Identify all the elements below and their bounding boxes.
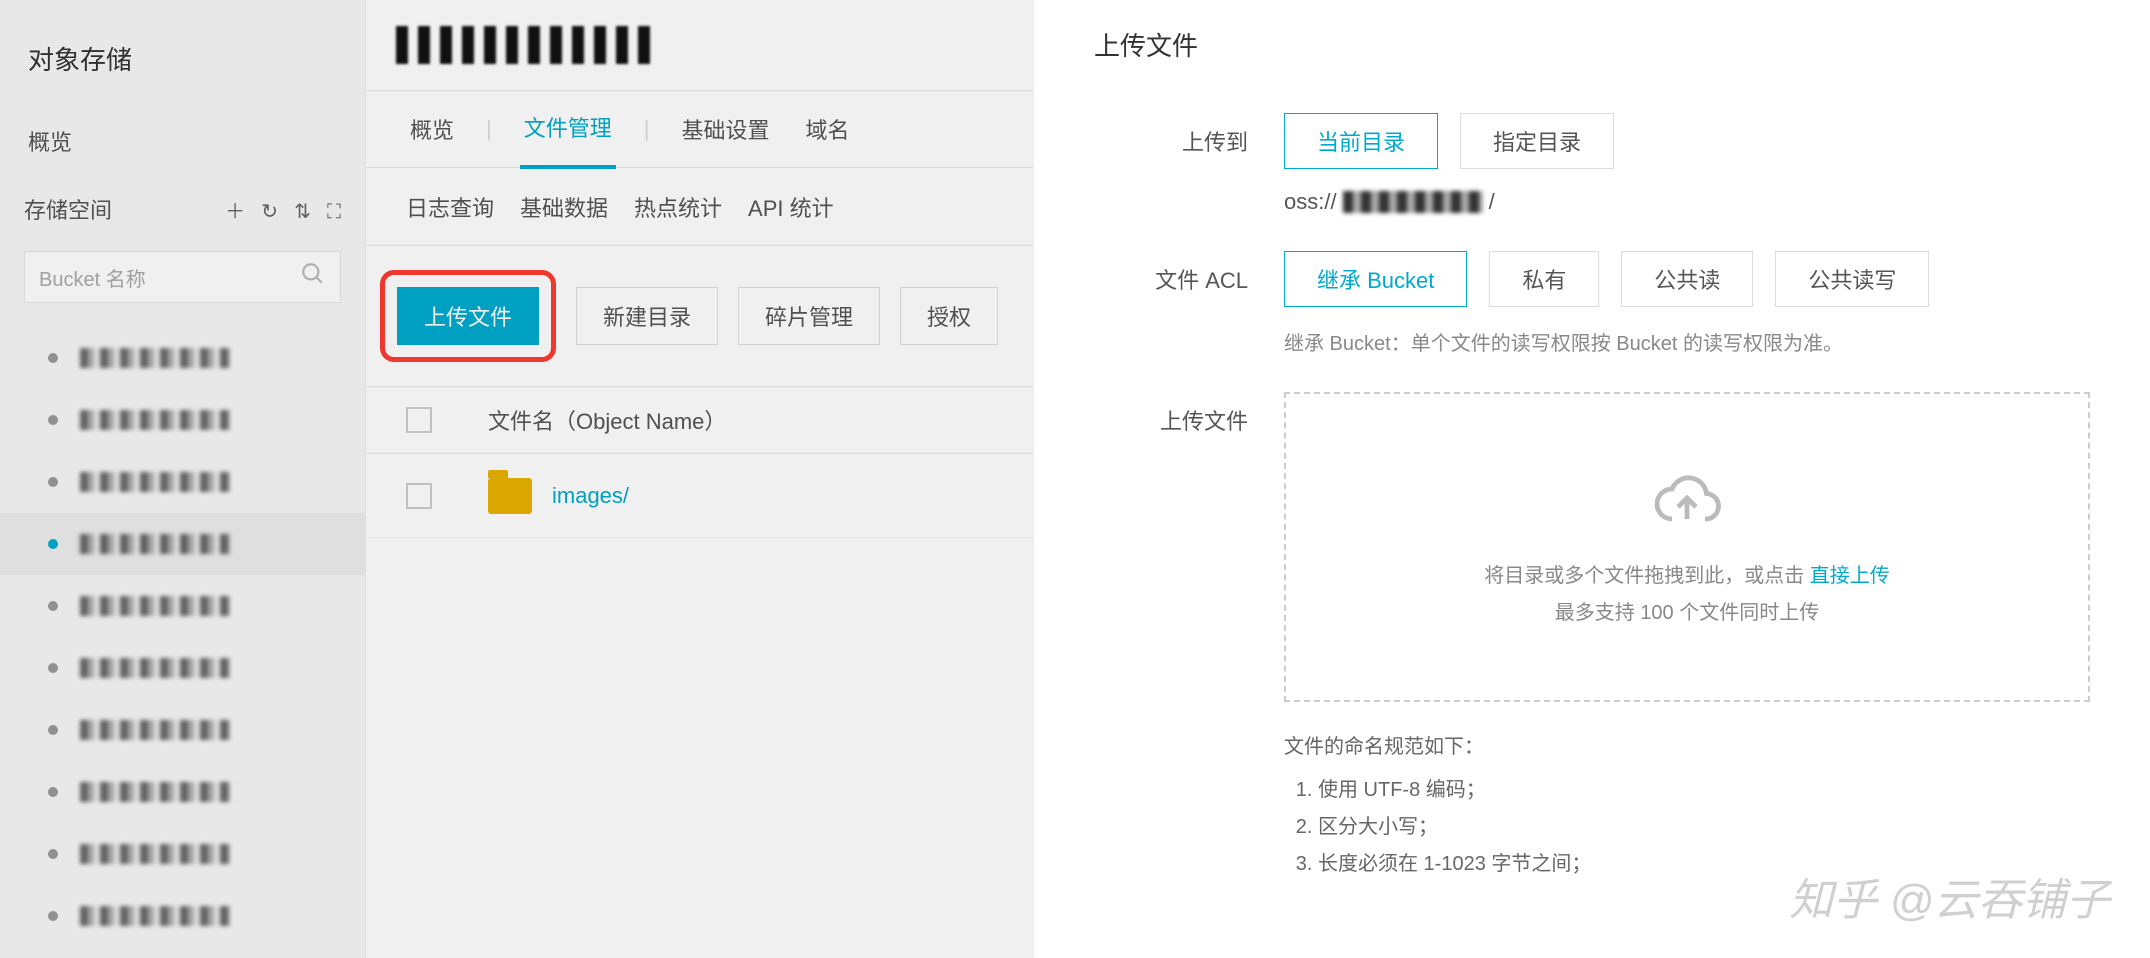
subtab-hotspot[interactable]: 热点统计 [634, 191, 722, 223]
path-obscured [1343, 191, 1483, 213]
bucket-name-obscured [80, 472, 230, 492]
bucket-name-obscured [80, 782, 230, 802]
add-icon[interactable]: ＋ [225, 201, 245, 223]
bucket-item[interactable] [0, 699, 365, 761]
sidebar-title: 对象存储 [0, 24, 365, 107]
bucket-item[interactable] [0, 761, 365, 823]
new-folder-button[interactable]: 新建目录 [576, 287, 718, 345]
tab-domain[interactable]: 域名 [801, 91, 853, 167]
file-row[interactable]: images/ [366, 454, 1033, 538]
acl-label: 文件 ACL [1094, 251, 1284, 295]
upload-to-current[interactable]: 当前目录 [1284, 113, 1438, 169]
upload-button[interactable]: 上传文件 [397, 287, 539, 345]
fragment-mgmt-button[interactable]: 碎片管理 [738, 287, 880, 345]
dropzone-text-2: 最多支持 100 个文件同时上传 [1555, 596, 1819, 625]
sub-tabs: 日志查询 基础数据 热点统计 API 统计 [366, 168, 1033, 246]
bucket-status-dot [48, 663, 58, 673]
bucket-item[interactable] [0, 513, 365, 575]
dropzone-text-1: 将目录或多个文件拖拽到此，或点击 [1484, 565, 1804, 587]
upload-dropzone[interactable]: 将目录或多个文件拖拽到此，或点击 直接上传 最多支持 100 个文件同时上传 [1284, 392, 2090, 702]
tab-file-management[interactable]: 文件管理 [520, 89, 616, 169]
tab-overview[interactable]: 概览 [406, 91, 458, 167]
bucket-name-obscured [80, 720, 230, 740]
sort-icon[interactable]: ⇅ [294, 201, 311, 223]
bucket-status-dot [48, 725, 58, 735]
bucket-name-obscured [80, 348, 230, 368]
cloud-upload-icon [1651, 465, 1723, 537]
action-toolbar: 上传文件 新建目录 碎片管理 授权 [366, 246, 1033, 386]
bucket-name-obscured [80, 658, 230, 678]
bucket-name-obscured [80, 844, 230, 864]
folder-name[interactable]: images/ [552, 483, 629, 509]
upload-to-label: 上传到 [1094, 113, 1284, 157]
subtab-api-stats[interactable]: API 统计 [748, 191, 834, 223]
bucket-list [0, 321, 365, 947]
column-filename: 文件名（Object Name） [488, 404, 726, 436]
bucket-status-dot [48, 849, 58, 859]
bucket-status-dot [48, 787, 58, 797]
bucket-name-obscured [80, 906, 230, 926]
bucket-item[interactable] [0, 451, 365, 513]
bucket-search-input[interactable]: Bucket 名称 [24, 251, 341, 303]
upload-to-group: 当前目录 指定目录 [1284, 113, 2090, 169]
sidebar-storage-row: 存储空间 ＋ ↻ ⇅ ⛶ [0, 175, 365, 243]
acl-private[interactable]: 私有 [1489, 251, 1599, 307]
bucket-name-obscured [80, 410, 230, 430]
path-suffix: / [1489, 189, 1495, 215]
bucket-status-dot [48, 415, 58, 425]
main-tabs: 概览 | 文件管理 | 基础设置 域名 [366, 90, 1033, 168]
search-placeholder: Bucket 名称 [39, 263, 300, 292]
authorize-button[interactable]: 授权 [900, 287, 998, 345]
bucket-item[interactable] [0, 575, 365, 637]
acl-inherit[interactable]: 继承 Bucket [1284, 251, 1467, 307]
naming-rule: 长度必须在 1-1023 字节之间； [1318, 847, 2090, 876]
acl-public-read-write[interactable]: 公共读写 [1775, 251, 1929, 307]
bucket-status-dot [48, 911, 58, 921]
path-prefix: oss:// [1284, 189, 1337, 215]
upload-highlight-box: 上传文件 [380, 270, 556, 362]
acl-public-read[interactable]: 公共读 [1621, 251, 1753, 307]
upload-panel: 上传文件 上传到 当前目录 指定目录 oss:// / 文件 ACL 继承 Bu… [1033, 0, 2150, 958]
row-checkbox[interactable] [406, 483, 432, 509]
panel-title: 上传文件 [1094, 26, 2090, 63]
upload-file-label: 上传文件 [1094, 392, 1284, 436]
bucket-status-dot [48, 539, 58, 549]
sidebar-overview[interactable]: 概览 [0, 107, 365, 175]
bucket-item[interactable] [0, 327, 365, 389]
bucket-status-dot [48, 353, 58, 363]
file-table-header: 文件名（Object Name） [366, 386, 1033, 454]
naming-rule: 区分大小写； [1318, 810, 2090, 839]
acl-description: 继承 Bucket：单个文件的读写权限按 Bucket 的读写权限为准。 [1284, 327, 2090, 356]
acl-group: 继承 Bucket 私有 公共读 公共读写 [1284, 251, 2090, 307]
upload-to-specified[interactable]: 指定目录 [1460, 113, 1614, 169]
bucket-status-dot [48, 601, 58, 611]
bucket-item[interactable] [0, 885, 365, 947]
oss-path: oss:// / [1284, 189, 2090, 215]
naming-heading: 文件的命名规范如下： [1284, 730, 2090, 759]
bucket-item[interactable] [0, 389, 365, 451]
bucket-name-obscured [396, 26, 656, 64]
storage-space-label: 存储空间 [24, 193, 215, 225]
sidebar: 对象存储 概览 存储空间 ＋ ↻ ⇅ ⛶ Bucket 名称 [0, 0, 365, 958]
direct-upload-link[interactable]: 直接上传 [1810, 565, 1890, 587]
naming-rule: 使用 UTF-8 编码； [1318, 773, 2090, 802]
bucket-item[interactable] [0, 823, 365, 885]
bucket-item[interactable] [0, 637, 365, 699]
folder-icon [488, 478, 532, 514]
refresh-icon[interactable]: ↻ [261, 201, 278, 223]
bucket-name-obscured [80, 534, 230, 554]
bucket-header [366, 0, 1033, 90]
naming-rules: 文件的命名规范如下： 使用 UTF-8 编码； 区分大小写； 长度必须在 1-1… [1284, 730, 2090, 876]
subtab-log-query[interactable]: 日志查询 [406, 191, 494, 223]
expand-icon[interactable]: ⛶ [327, 201, 341, 223]
bucket-name-obscured [80, 596, 230, 616]
select-all-checkbox[interactable] [406, 407, 432, 433]
tab-basic-settings[interactable]: 基础设置 [677, 91, 773, 167]
search-icon[interactable] [300, 261, 326, 293]
bucket-status-dot [48, 477, 58, 487]
content-pane: 概览 | 文件管理 | 基础设置 域名 日志查询 基础数据 热点统计 API 统… [365, 0, 1033, 958]
subtab-basic-data[interactable]: 基础数据 [520, 191, 608, 223]
